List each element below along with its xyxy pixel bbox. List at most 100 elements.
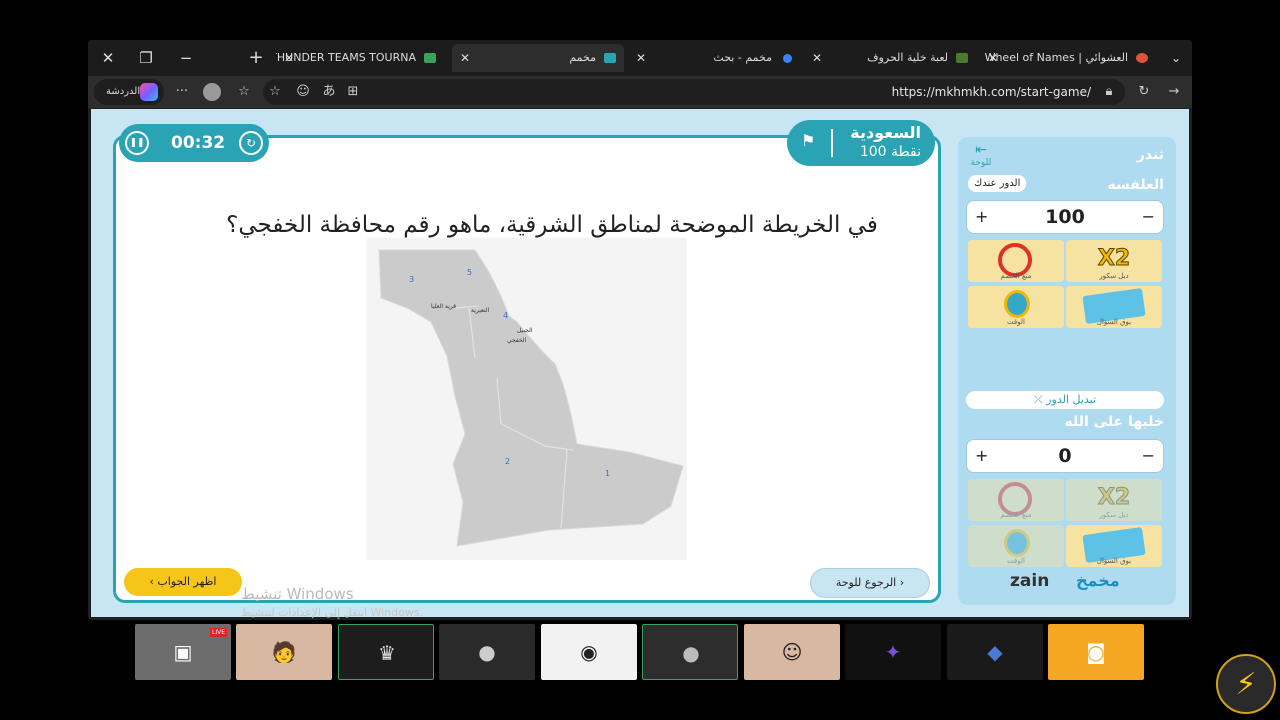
timer-value: 00:32 xyxy=(171,133,226,153)
to-board-link[interactable]: ⇤ للوحة xyxy=(966,142,996,168)
tab-favicon-icon xyxy=(424,53,436,63)
tab-list-chevron-icon[interactable]: ⌄ xyxy=(1164,46,1188,70)
participant-avatar[interactable]: ◆ xyxy=(947,624,1043,680)
province-shape xyxy=(378,249,684,547)
participant-avatar[interactable]: ● xyxy=(439,624,535,680)
team2-name: خليها على الله xyxy=(1064,414,1164,430)
back-to-board-button[interactable]: الرجوع للوحة › xyxy=(810,568,930,598)
show-answer-button[interactable]: ‹ اظهر الجواب xyxy=(124,568,242,596)
team-points: 100 نقطة xyxy=(859,144,921,160)
swap-icon: ⤫ xyxy=(1033,393,1047,406)
powerup-block-opponent[interactable]: منع الخصم xyxy=(968,479,1064,521)
emoji-icon[interactable]: ☺ xyxy=(293,82,313,102)
powerup-cards[interactable]: بوق السؤال xyxy=(1066,525,1162,567)
watermark-title: تنشيط Windows xyxy=(241,585,354,603)
decrement-button[interactable]: − xyxy=(1142,201,1155,233)
divider xyxy=(831,129,833,157)
powerup-block-opponent[interactable]: منع الخصم xyxy=(968,240,1064,282)
map-image: 3 5 4 2 1 قرية العليا النعيرية الجبيل ال… xyxy=(367,238,687,560)
tab-favicon-icon xyxy=(956,53,968,63)
page-content: في الخريطة الموضحة لمناطق الشرقية، ماهو … xyxy=(91,109,1189,619)
brand-logo: مخمخ xyxy=(1076,571,1120,590)
avatar-icon: ● xyxy=(682,641,700,665)
close-tab-icon[interactable]: ✕ xyxy=(460,44,470,72)
more-menu-icon[interactable]: ··· xyxy=(172,82,192,102)
map-label: النعيرية xyxy=(471,307,490,314)
stopwatch-icon xyxy=(1004,290,1030,318)
participant-avatar[interactable]: ● xyxy=(642,624,738,680)
decrement-button[interactable]: − xyxy=(1142,440,1155,472)
lock-icon[interactable]: 🔒︎ xyxy=(1099,82,1119,102)
map-label: 2 xyxy=(505,457,510,466)
tab-bar: ✕ ❐ − + ✕ THUNDER TEAMS TOURNA ✕ مخمم ✕ … xyxy=(88,40,1192,76)
add-favorite-icon[interactable]: ☆ xyxy=(265,82,285,102)
zain-logo: zain xyxy=(1010,571,1050,591)
close-tab-icon[interactable]: ✕ xyxy=(812,44,822,72)
switch-turn-button[interactable]: ⤫ تبديل الدور xyxy=(966,391,1164,409)
profile-avatar-icon[interactable] xyxy=(202,82,222,102)
forward-icon[interactable]: → xyxy=(1164,82,1184,102)
powerup-double-score[interactable]: X2 دبل سكور xyxy=(1066,240,1162,282)
powerup-timer[interactable]: الوقت xyxy=(968,286,1064,328)
discord-icon: ◙ xyxy=(1086,640,1106,664)
tab-thunder[interactable]: ✕ THUNDER TEAMS TOURNA xyxy=(276,44,444,72)
close-window-icon[interactable]: ✕ xyxy=(96,46,120,70)
new-tab-button[interactable]: + xyxy=(244,46,268,70)
tab-favicon-icon xyxy=(604,53,616,63)
participant-avatar[interactable]: ✦ xyxy=(845,624,941,680)
tab-mkhmkh[interactable]: ✕ مخمم xyxy=(452,44,624,72)
team2-powerups: X2 دبل سكور منع الخصم بوق السؤال الوقت xyxy=(968,479,1164,569)
powerup-timer[interactable]: الوقت xyxy=(968,525,1064,567)
favorites-icon[interactable]: ☆ xyxy=(234,82,254,102)
participant-discord[interactable]: ◙ xyxy=(1048,624,1144,680)
address-bar-row: الدردشة ··· ☆ ☆ ☺ あ ⊞ https://mkhmkh.com… xyxy=(88,76,1192,108)
tab-letters-game[interactable]: ✕ لعبة خلية الحروف xyxy=(804,44,976,72)
tab-favicon-icon xyxy=(1136,53,1148,63)
team2-score-stepper: + 0 − xyxy=(966,439,1164,473)
team1-score-stepper: + 100 − xyxy=(966,200,1164,234)
chevron-right-icon: › xyxy=(896,576,905,589)
participant-avatar[interactable]: ◉ xyxy=(541,624,637,680)
map-label: قرية العليا xyxy=(431,303,456,310)
avatar-icon: ◆ xyxy=(987,640,1003,664)
powerup-double-score[interactable]: X2 دبل سكور xyxy=(1066,479,1162,521)
map-label: 5 xyxy=(467,268,472,277)
avatar-icon: ● xyxy=(478,640,496,664)
x2-icon: X2 xyxy=(1097,485,1131,511)
map-label: 1 xyxy=(605,469,610,478)
restore-window-icon[interactable]: ❐ xyxy=(134,46,158,70)
powerup-cards[interactable]: بوق السؤال xyxy=(1066,286,1162,328)
flag-icon: ⚑ xyxy=(801,131,816,150)
tab-wheel-of-names[interactable]: ✕ Wheel of Names | العشوائي xyxy=(980,44,1156,72)
turn-badge: الدور عندك xyxy=(968,175,1027,192)
team1-name: العلفسه xyxy=(1107,177,1165,193)
exit-icon: ⇤ xyxy=(975,142,987,158)
watermark-subtitle: انتقل إلى الإعدادات لتنشيط Windows. xyxy=(241,606,424,619)
tab-mkhmkh-search[interactable]: ✕ مخمم - بحث xyxy=(628,44,800,72)
reload-icon[interactable]: ↻ xyxy=(1134,82,1154,102)
search-icon xyxy=(783,54,792,63)
participant-screen-share[interactable]: ▣ LIVE xyxy=(135,624,231,680)
reset-timer-icon[interactable]: ↻ xyxy=(239,131,263,155)
team1-score: 100 xyxy=(1045,206,1085,228)
participant-avatar[interactable]: 🧑 xyxy=(236,624,332,680)
participant-avatar[interactable]: ♛ xyxy=(338,624,434,680)
avatar-icon: ☺ xyxy=(781,640,803,664)
game-title: ثندر xyxy=(1136,147,1164,163)
translate-icon[interactable]: あ xyxy=(319,82,339,102)
lightning-logo-icon: ⚡ xyxy=(1216,654,1276,714)
minimize-window-icon[interactable]: − xyxy=(174,46,198,70)
close-tab-icon[interactable]: ✕ xyxy=(636,44,646,72)
url-box[interactable]: ☆ ☺ あ ⊞ https://mkhmkh.com/start-game/ 🔒… xyxy=(263,79,1125,105)
copilot-chat-button[interactable]: الدردشة xyxy=(94,79,164,105)
crown-icon: ♛ xyxy=(378,641,396,665)
split-screen-icon[interactable]: ⊞ xyxy=(343,82,363,102)
question-text: في الخريطة الموضحة لمناطق الشرقية، ماهو … xyxy=(226,212,878,238)
avatar-icon: ✦ xyxy=(884,640,902,664)
pause-icon[interactable]: ❚❚ xyxy=(125,131,149,155)
map-label: الخفجي xyxy=(507,337,527,344)
team-name: السعودية xyxy=(850,123,921,142)
team1-powerups: X2 دبل سكور منع الخصم بوق السؤال الوقت xyxy=(968,240,1164,330)
participant-avatar[interactable]: ☺ xyxy=(744,624,840,680)
stopwatch-icon xyxy=(1004,529,1030,557)
